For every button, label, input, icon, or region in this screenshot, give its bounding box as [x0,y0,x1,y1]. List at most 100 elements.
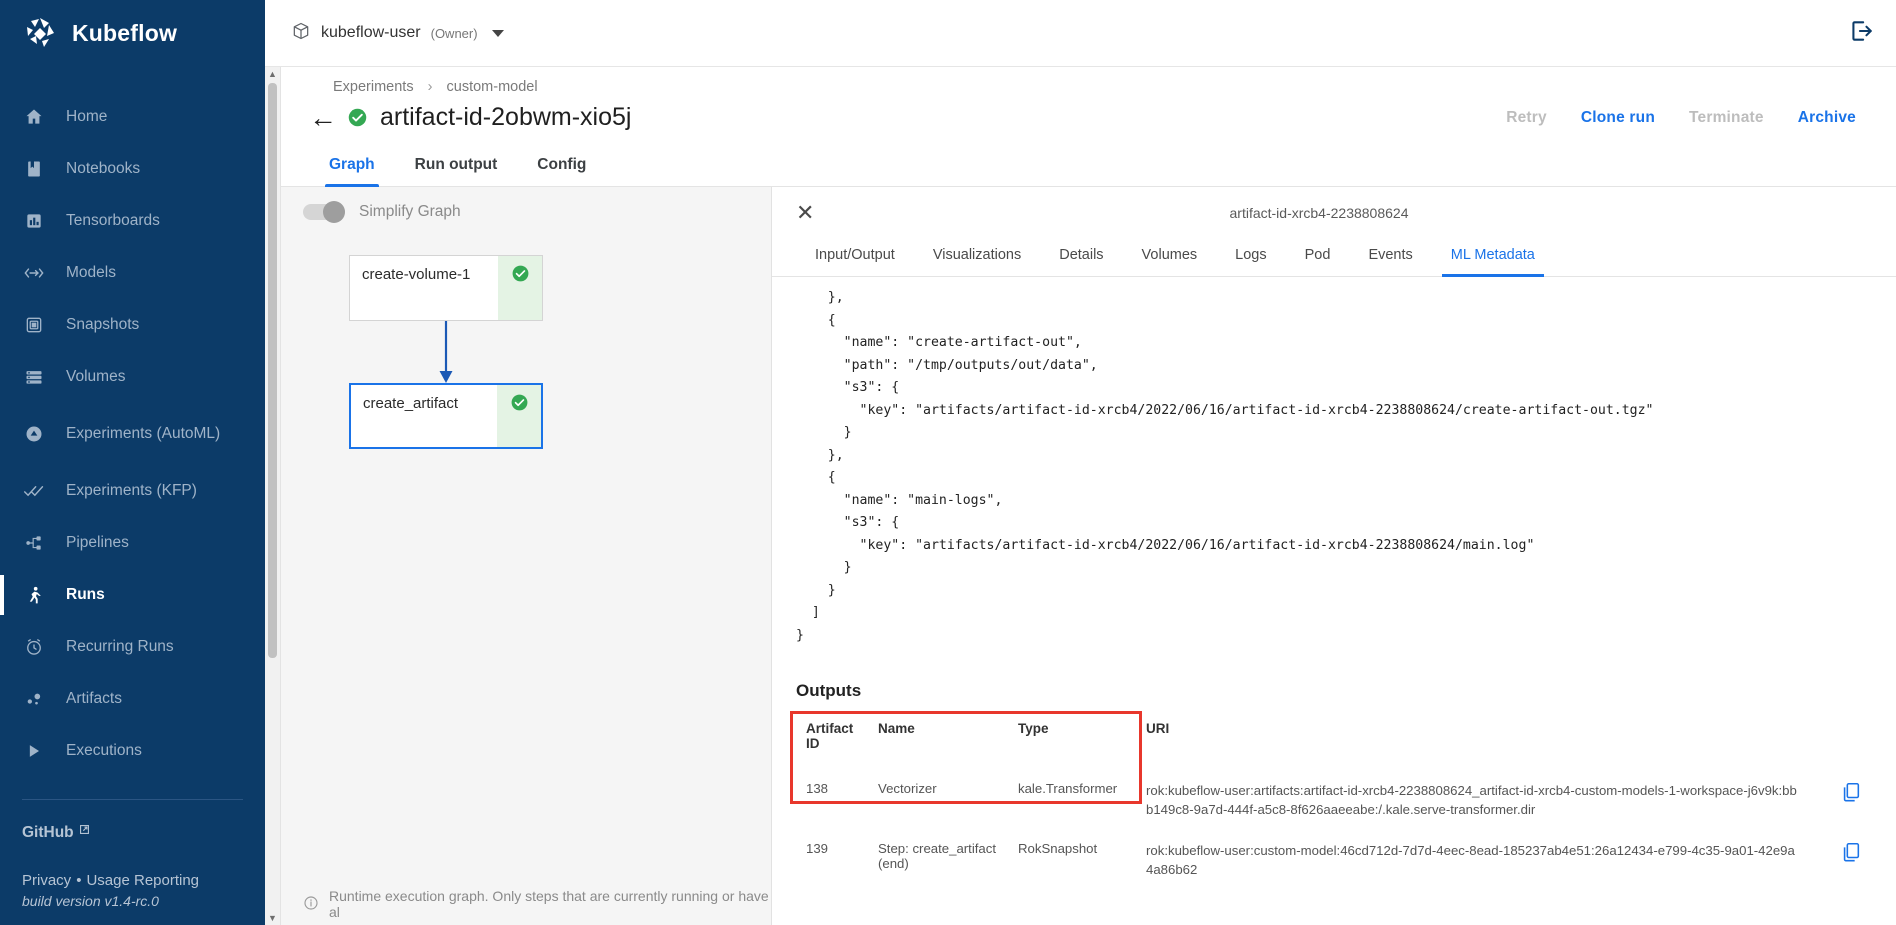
graph-node-create-volume-1[interactable]: create-volume-1 [349,255,543,321]
link-separator: • [76,872,82,889]
sidebar-item-pipelines[interactable]: Pipelines [0,517,265,569]
tab-details[interactable]: Details [1040,239,1122,276]
breadcrumb-current[interactable]: custom-model [447,79,538,95]
page-content: Experiments › custom-model ← artifact-id… [281,67,1896,925]
graph-node-create-artifact[interactable]: create_artifact [349,383,543,449]
sidebar-item-label: Home [66,108,108,126]
github-link[interactable]: GitHub [22,824,243,842]
sidebar-item-home[interactable]: Home [0,91,265,143]
column-name: Name [878,721,915,736]
play-triangle-icon [22,739,46,763]
sidebar-item-runs[interactable]: Runs [0,569,265,621]
artifact-side-panel: ✕ artifact-id-xrcb4-2238808624 Input/Out… [771,187,1896,925]
tab-visualizations[interactable]: Visualizations [914,239,1040,276]
runner-icon [22,583,46,607]
terminate-button[interactable]: Terminate [1689,109,1764,127]
tab-volumes[interactable]: Volumes [1123,239,1217,276]
sidebar-legal-links: Privacy • Usage Reporting [22,872,243,889]
clone-run-button[interactable]: Clone run [1581,109,1655,127]
double-check-icon [22,479,46,503]
privacy-link[interactable]: Privacy [22,872,71,889]
archive-button[interactable]: Archive [1798,109,1856,127]
outputs-heading: Outputs [796,681,862,700]
sidebar-item-volumes[interactable]: Volumes [0,351,265,403]
retry-button[interactable]: Retry [1506,109,1547,127]
cell-name-link[interactable]: Vectorizer [868,773,1008,833]
outputs-table: Artifact ID Name Type URI 138 Vectorizer… [796,715,1872,893]
namespace-selector[interactable]: kubeflow-user (Owner) [291,21,504,46]
simplify-graph-toggle[interactable] [303,201,345,223]
info-circle-icon [303,895,319,914]
kubeflow-app: Kubeflow Home Notebooks Tensorboards Mod… [0,0,1896,925]
close-x-icon[interactable]: ✕ [796,200,826,226]
sidebar-item-label: Executions [66,742,142,760]
sidebar-item-label: Pipelines [66,534,129,552]
cell-name-link[interactable]: Step: create_artifact (end) [868,833,1008,893]
tab-pod[interactable]: Pod [1286,239,1350,276]
sidebar: Kubeflow Home Notebooks Tensorboards Mod… [0,0,265,925]
page-wrapper: ▲ ▼ Experiments › custom-model ← artifac… [265,67,1896,925]
cell-type: RokSnapshot [1018,841,1098,856]
tab-config[interactable]: Config [517,146,606,186]
sidebar-item-snapshots[interactable]: Snapshots [0,299,265,351]
sidebar-item-artifacts[interactable]: Artifacts [0,673,265,725]
column-type: Type [1018,721,1049,736]
cell-uri[interactable]: rok:kubeflow-user:artifacts:artifact-id-… [1136,773,1812,833]
table-row: 139 Step: create_artifact (end) RokSnaps… [796,833,1872,893]
usage-reporting-link[interactable]: Usage Reporting [86,872,199,889]
simplify-graph-row: Simplify Graph [281,187,771,231]
page-header: ← artifact-id-2obwm-xio5j Retry Clone ru… [281,99,1896,146]
tab-events[interactable]: Events [1349,239,1431,276]
run-tabs: Graph Run output Config [281,146,1896,187]
scrollbar-thumb[interactable] [268,83,277,658]
alarm-clock-icon [22,635,46,659]
node-label: create_artifact [363,395,459,412]
cell-uri[interactable]: rok:kubeflow-user:custom-model:46cd712d-… [1136,833,1812,893]
sidebar-item-label: Experiments (KFP) [66,482,197,500]
column-uri: URI [1146,721,1170,736]
chevron-down-icon [491,29,504,37]
sidebar-item-label: Models [66,264,116,282]
cell-artifact-id: 138 [806,781,829,796]
sidebar-nav: Home Notebooks Tensorboards Models Snaps… [0,91,265,777]
scroll-up-arrow[interactable]: ▲ [268,67,277,81]
back-arrow-icon[interactable]: ← [309,103,343,132]
sidebar-item-executions[interactable]: Executions [0,725,265,777]
breadcrumb-root[interactable]: Experiments [333,79,414,95]
sidebar-item-label: Runs [66,586,105,604]
ml-metadata-json: }, { "name": "create-artifact-out", "pat… [796,290,1654,643]
tab-graph[interactable]: Graph [309,146,395,187]
outputs-table-wrap: Artifact ID Name Type URI 138 Vectorizer… [790,711,1872,893]
page-title: artifact-id-2obwm-xio5j [380,103,632,131]
tab-input-output[interactable]: Input/Output [796,239,914,276]
tab-ml-metadata[interactable]: ML Metadata [1432,239,1554,277]
namespace-label: kubeflow-user [321,24,421,41]
home-icon [22,105,46,129]
copy-icon[interactable] [1812,833,1872,893]
brand[interactable]: Kubeflow [0,0,265,67]
sidebar-item-label: Artifacts [66,690,122,708]
artifacts-dots-icon [22,687,46,711]
copy-icon[interactable] [1812,773,1872,833]
simplify-graph-label: Simplify Graph [359,203,461,220]
graph-pane: Simplify Graph create-volume-1 create_ar… [281,187,771,925]
code-brackets-icon [22,261,46,285]
sidebar-item-recurring-runs[interactable]: Recurring Runs [0,621,265,673]
sidebar-footer: GitHub Privacy • Usage Reporting build ver… [0,789,265,925]
page-scrollbar[interactable]: ▲ ▼ [265,67,281,925]
sidebar-divider [22,799,243,800]
tab-run-output[interactable]: Run output [395,146,518,186]
graph-canvas[interactable]: create-volume-1 create_artifact [281,231,771,911]
tab-logs[interactable]: Logs [1216,239,1285,276]
sidebar-item-tensorboards[interactable]: Tensorboards [0,195,265,247]
graph-edge [439,321,453,383]
sidebar-item-notebooks[interactable]: Notebooks [0,143,265,195]
sidebar-item-label: Recurring Runs [66,638,174,656]
sidebar-item-experiments-kfp[interactable]: Experiments (KFP) [0,465,265,517]
sidebar-item-experiments-automl[interactable]: Experiments (AutoML) [0,403,265,465]
scroll-down-arrow[interactable]: ▼ [268,911,277,925]
logout-icon[interactable] [1848,18,1874,49]
sidebar-item-models[interactable]: Models [0,247,265,299]
brand-label: Kubeflow [72,20,178,46]
side-panel-tabs: Input/Output Visualizations Details Volu… [772,239,1896,277]
